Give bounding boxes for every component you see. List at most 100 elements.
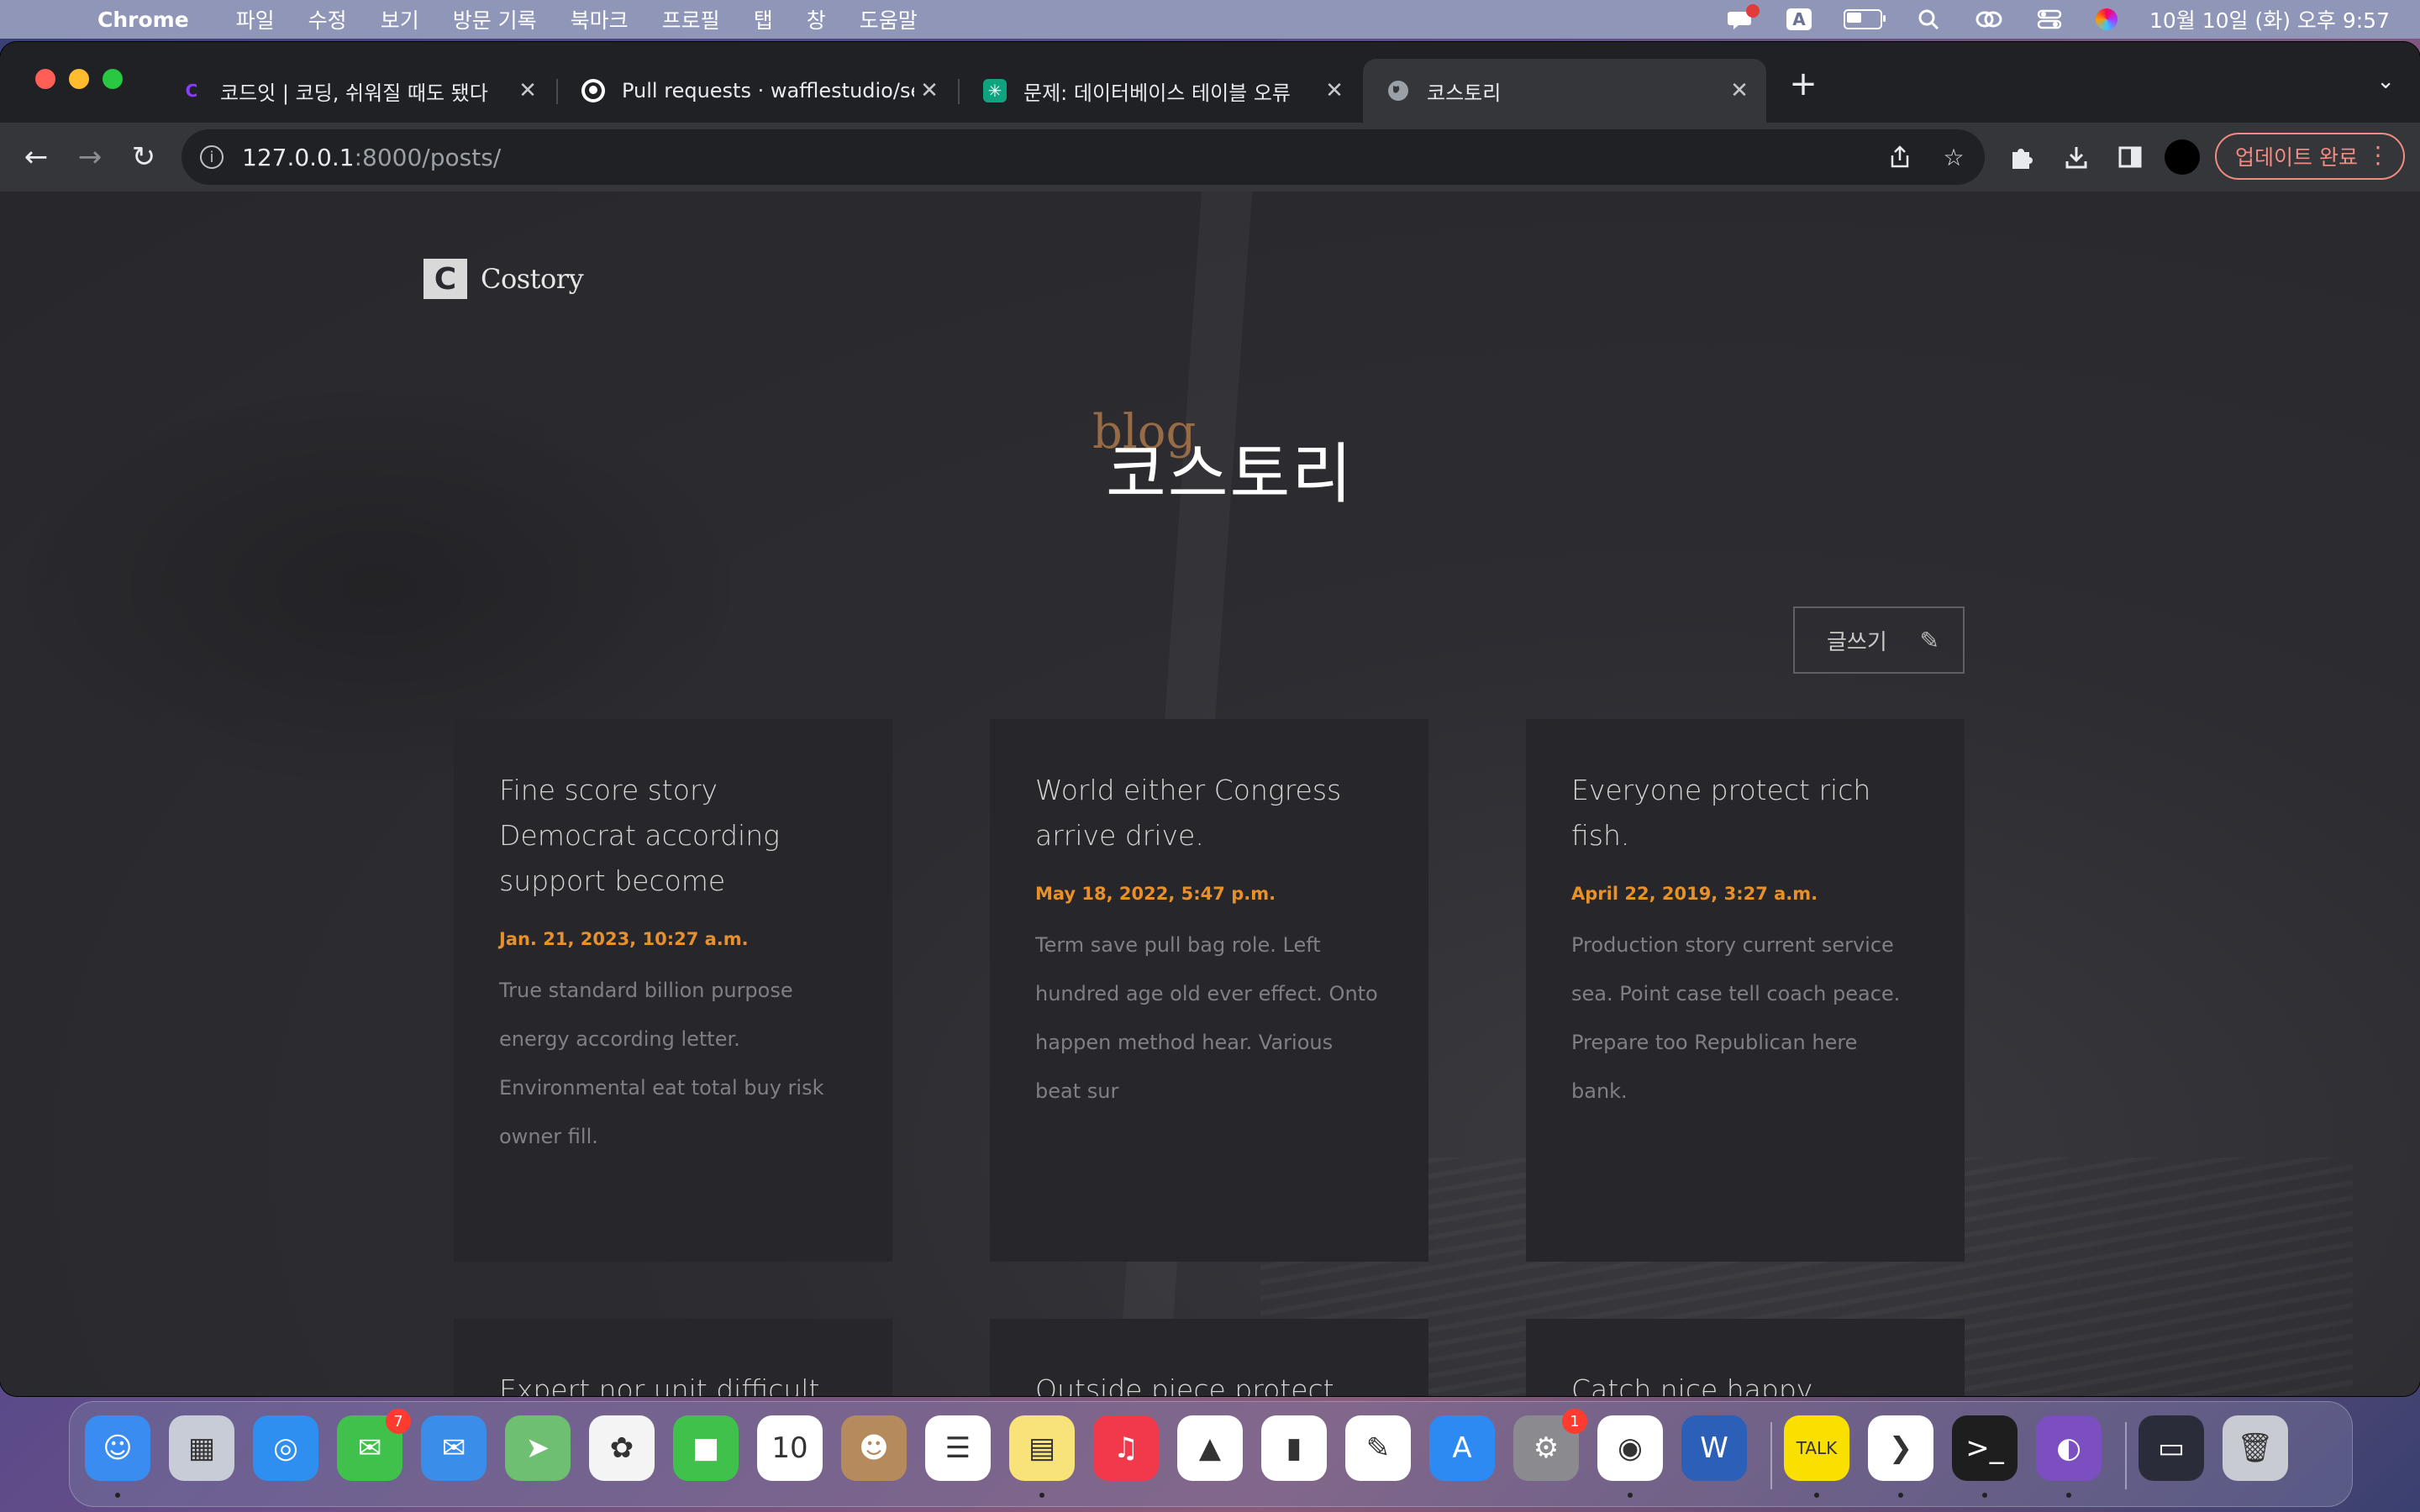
dock-contacts-icon[interactable]: ☻ [841, 1415, 907, 1481]
close-tab-icon[interactable]: ✕ [513, 78, 543, 103]
minimize-window-button[interactable] [69, 69, 89, 89]
menu-edit[interactable]: 수정 [308, 4, 347, 34]
write-post-button[interactable]: 글쓰기 ✎ [1793, 606, 1965, 674]
chat-status-icon[interactable] [1726, 4, 1760, 31]
tab-title: 코스토리 [1427, 81, 1502, 105]
menu-help[interactable]: 도움말 [860, 4, 918, 34]
dock-safari-icon[interactable]: ◎ [253, 1415, 318, 1481]
dock-chrome-icon[interactable]: ◉ [1597, 1415, 1663, 1481]
close-tab-icon[interactable]: ✕ [1724, 78, 1754, 103]
control-center-icon[interactable] [2035, 8, 2064, 31]
dock-notes-icon[interactable]: ▤ [1009, 1415, 1075, 1481]
dock-numbers-icon[interactable]: ▮ [1261, 1415, 1327, 1481]
dock-screenshot-preview-icon[interactable]: ▭ [2139, 1415, 2204, 1481]
dock-badge: 1 [1562, 1409, 1587, 1434]
extensions-puzzle-icon[interactable] [2005, 139, 2040, 175]
page-hero: blog 코스토리 [0, 386, 2420, 512]
dock-vscode-icon[interactable]: ❯ [1868, 1415, 1933, 1481]
menubar-clock[interactable]: 10월 10일 (화) 오후 9:57 [2149, 4, 2390, 34]
post-excerpt: True standard billion purpose energy acc… [499, 979, 824, 1148]
site-info-icon[interactable]: i [200, 145, 224, 169]
menu-tab[interactable]: 탭 [754, 4, 773, 34]
dock-trash-icon[interactable]: 🗑 [2223, 1415, 2288, 1481]
post-card[interactable]: Outside piece protect foot country [990, 1319, 1428, 1396]
close-tab-icon[interactable]: ✕ [1319, 78, 1349, 103]
dock-app-store-icon[interactable]: A [1429, 1415, 1495, 1481]
dock-word-icon[interactable]: W [1681, 1415, 1747, 1481]
menu-history[interactable]: 방문 기록 [453, 4, 537, 34]
share-icon[interactable] [1886, 143, 1914, 171]
tab-costory[interactable]: 코스토리 ✕ [1363, 59, 1766, 123]
battery-icon[interactable] [1843, 9, 1886, 29]
siri-icon[interactable] [2095, 8, 2118, 30]
post-title[interactable]: World either Congress arrive drive. [1035, 768, 1383, 858]
pencil-icon: ✎ [1919, 627, 1939, 654]
dock-system-settings-icon[interactable]: ⚙ 1 [1513, 1409, 1587, 1481]
url-host: 127.0.0.1 [242, 143, 355, 171]
tab-strip: C 코드잇 | 코딩, 쉬워질 때도 됐다 ✕ Pull requests · … [0, 42, 2420, 123]
dock-music-icon[interactable]: ♫ [1093, 1415, 1159, 1481]
url-path: :8000/posts/ [354, 143, 502, 171]
dock-finder-icon[interactable]: ☺ [85, 1415, 150, 1481]
close-window-button[interactable] [35, 69, 55, 89]
address-bar[interactable]: i 127.0.0.1:8000/posts/ ☆ [182, 129, 1985, 185]
dock-facetime-icon[interactable]: ■ [673, 1415, 739, 1481]
dock-photos-icon[interactable]: ✿ [589, 1415, 655, 1481]
window-controls [35, 69, 123, 89]
dock-calendar-icon[interactable]: 10 [757, 1415, 823, 1481]
post-title[interactable]: Fine score story Democrat according supp… [499, 768, 847, 904]
dock-messages-icon[interactable]: ✉ 7 [337, 1409, 411, 1481]
menu-profiles[interactable]: 프로필 [662, 4, 720, 34]
post-title[interactable]: Outside piece protect foot country [1035, 1368, 1383, 1396]
menu-view[interactable]: 보기 [381, 4, 419, 34]
site-logo[interactable]: C Costory [424, 259, 584, 299]
close-tab-icon[interactable]: ✕ [914, 78, 944, 103]
dock-maps-icon[interactable]: ➤ [505, 1415, 571, 1481]
post-card[interactable]: Catch nice happy everybody once see simi… [1526, 1319, 1965, 1396]
back-button[interactable]: ← [17, 138, 55, 176]
post-title[interactable]: Catch nice happy everybody once see simi… [1571, 1368, 1919, 1396]
menu-file[interactable]: 파일 [236, 4, 275, 34]
post-card[interactable]: World either Congress arrive drive. May … [990, 719, 1428, 1262]
side-panel-icon[interactable] [2112, 139, 2148, 175]
screen-mirroring-icon[interactable] [1975, 8, 2003, 31]
dock-mail-icon[interactable]: ✉ [421, 1415, 487, 1481]
post-title[interactable]: Expert nor unit difficult air his. [499, 1368, 847, 1396]
url-text[interactable]: 127.0.0.1:8000/posts/ [242, 144, 501, 171]
dock-reminders-icon[interactable]: ☰ [925, 1415, 991, 1481]
reload-button[interactable]: ↻ [124, 138, 163, 176]
post-card[interactable]: Everyone protect rich fish. April 22, 20… [1526, 719, 1965, 1262]
menubar-app-name[interactable]: Chrome [97, 8, 189, 32]
tab-chatgpt[interactable]: ✳ 문제: 데이터베이스 테이블 오류 ✕ [960, 59, 1361, 123]
download-icon[interactable] [2059, 139, 2094, 175]
dock-terminal-icon[interactable]: >_ [1952, 1415, 2018, 1481]
menu-window[interactable]: 창 [807, 4, 826, 34]
macos-dock: ☺ ▦ ◎ ✉ 7 ✉ ➤ ✿ ■ 10 ☻ ☰ ▤ ♫ ▲ ▮ ✎ A ⚙ 1 ◉ W TALK ❯ >_ ◐ ▭ 🗑 [69, 1401, 2353, 1507]
zoom-window-button[interactable] [103, 69, 123, 89]
new-tab-button[interactable]: + [1786, 65, 1820, 103]
page-viewport: C Costory blog 코스토리 글쓰기 ✎ Fine score sto… [0, 192, 2420, 1396]
tab-codeit[interactable]: C 코드잇 | 코딩, 쉬워질 때도 됐다 ✕ [156, 59, 555, 123]
bookmark-star-icon[interactable]: ☆ [1939, 143, 1968, 171]
post-card[interactable]: Expert nor unit difficult air his. [454, 1319, 892, 1396]
dock-kakaotalk-icon[interactable]: TALK [1784, 1415, 1849, 1481]
input-source-indicator[interactable]: A [1786, 8, 1812, 30]
profile-avatar[interactable] [2165, 139, 2200, 175]
spotlight-search-icon[interactable] [1914, 8, 1943, 31]
menu-bookmarks[interactable]: 북마크 [571, 4, 629, 34]
dock-keynote-icon[interactable]: ▲ [1177, 1415, 1243, 1481]
more-menu-icon[interactable]: ⋮ [2366, 141, 2390, 169]
post-title[interactable]: Everyone protect rich fish. [1571, 768, 1919, 858]
tab-search-chevron-icon[interactable]: ⌄ [2376, 69, 2395, 94]
update-button[interactable]: 업데이트 완료 ⋮ [2215, 133, 2405, 180]
tab-github-pull-requests[interactable]: Pull requests · wafflestudio/seminar ✕ [558, 59, 956, 123]
post-card[interactable]: Fine score story Democrat according supp… [454, 719, 892, 1262]
dock-github-desktop-icon[interactable]: ◐ [2036, 1415, 2102, 1481]
forward-button[interactable]: → [71, 138, 109, 176]
tab-title: 문제: 데이터베이스 테이블 오류 [1023, 81, 1292, 105]
dock-badge: 7 [386, 1409, 411, 1434]
dock-running-indicator [1982, 1493, 1987, 1498]
dock-running-indicator [1898, 1493, 1903, 1498]
dock-launchpad-icon[interactable]: ▦ [169, 1415, 234, 1481]
dock-pages-icon[interactable]: ✎ [1345, 1415, 1411, 1481]
